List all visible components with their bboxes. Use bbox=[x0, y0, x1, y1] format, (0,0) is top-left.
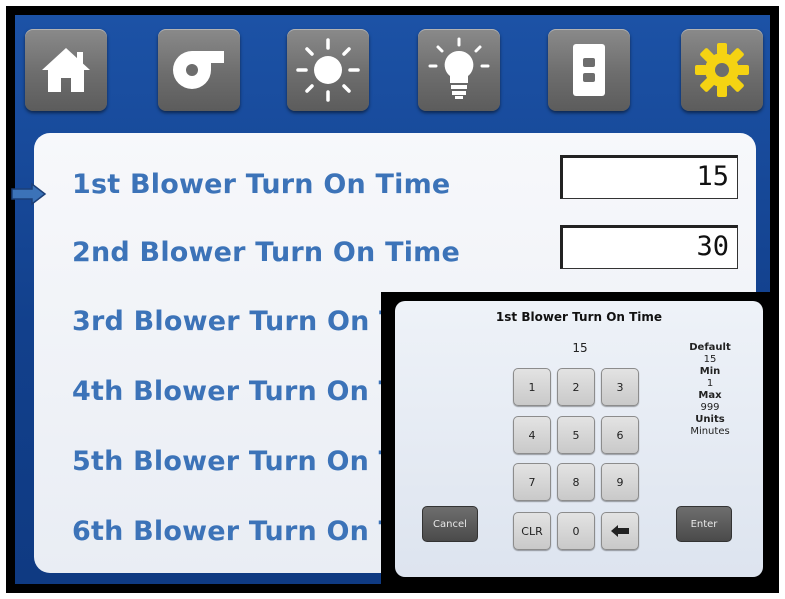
lighting-button[interactable] bbox=[418, 29, 500, 111]
default-value: 15 bbox=[703, 354, 717, 365]
blower-button[interactable] bbox=[158, 29, 240, 111]
key-6[interactable]: 6 bbox=[601, 416, 639, 454]
key-9[interactable]: 9 bbox=[601, 463, 639, 501]
key-1[interactable]: 1 bbox=[513, 368, 551, 406]
key-0[interactable]: 0 bbox=[557, 512, 595, 550]
switch-icon bbox=[573, 44, 605, 96]
units-value: Minutes bbox=[690, 426, 730, 437]
lightbulb-icon bbox=[428, 37, 490, 99]
keypad-entry-display: 15 bbox=[572, 341, 588, 355]
max-label: Max bbox=[698, 390, 722, 401]
selected-row-arrow-icon bbox=[11, 182, 47, 206]
setting-row-1-value-field[interactable]: 15 bbox=[560, 155, 738, 199]
key-2[interactable]: 2 bbox=[557, 368, 595, 406]
blower-icon bbox=[173, 51, 224, 89]
max-value: 999 bbox=[700, 402, 720, 413]
switch-button[interactable] bbox=[548, 29, 630, 111]
min-label: Min bbox=[699, 366, 721, 377]
sun-icon bbox=[296, 38, 360, 102]
enter-button[interactable]: Enter bbox=[676, 506, 732, 542]
units-label: Units bbox=[695, 414, 725, 425]
key-7[interactable]: 7 bbox=[513, 463, 551, 501]
key-3[interactable]: 3 bbox=[601, 368, 639, 406]
setting-row-1-label[interactable]: 1st Blower Turn On Time bbox=[72, 169, 450, 200]
min-value: 1 bbox=[706, 378, 714, 389]
settings-button[interactable] bbox=[681, 29, 763, 111]
keypad-dialog: 1st Blower Turn On Time 15 1 2 3 4 5 6 7… bbox=[395, 301, 763, 577]
home-button[interactable] bbox=[25, 29, 107, 111]
keypad-info: Default 15 Min 1 Max 999 Units Minutes bbox=[665, 342, 755, 438]
setting-row-2-value-field[interactable]: 30 bbox=[560, 225, 738, 269]
gear-icon bbox=[695, 43, 749, 97]
keypad-title: 1st Blower Turn On Time bbox=[495, 310, 663, 324]
home-icon bbox=[42, 48, 90, 92]
default-label: Default bbox=[689, 342, 731, 353]
key-clear[interactable]: CLR bbox=[513, 512, 551, 550]
key-4[interactable]: 4 bbox=[513, 416, 551, 454]
sun-button[interactable] bbox=[287, 29, 369, 111]
backspace-key[interactable] bbox=[601, 512, 639, 550]
key-5[interactable]: 5 bbox=[557, 416, 595, 454]
setting-row-2-label[interactable]: 2nd Blower Turn On Time bbox=[72, 237, 460, 268]
backspace-arrow-icon bbox=[611, 525, 629, 537]
cancel-button[interactable]: Cancel bbox=[422, 506, 478, 542]
key-8[interactable]: 8 bbox=[557, 463, 595, 501]
